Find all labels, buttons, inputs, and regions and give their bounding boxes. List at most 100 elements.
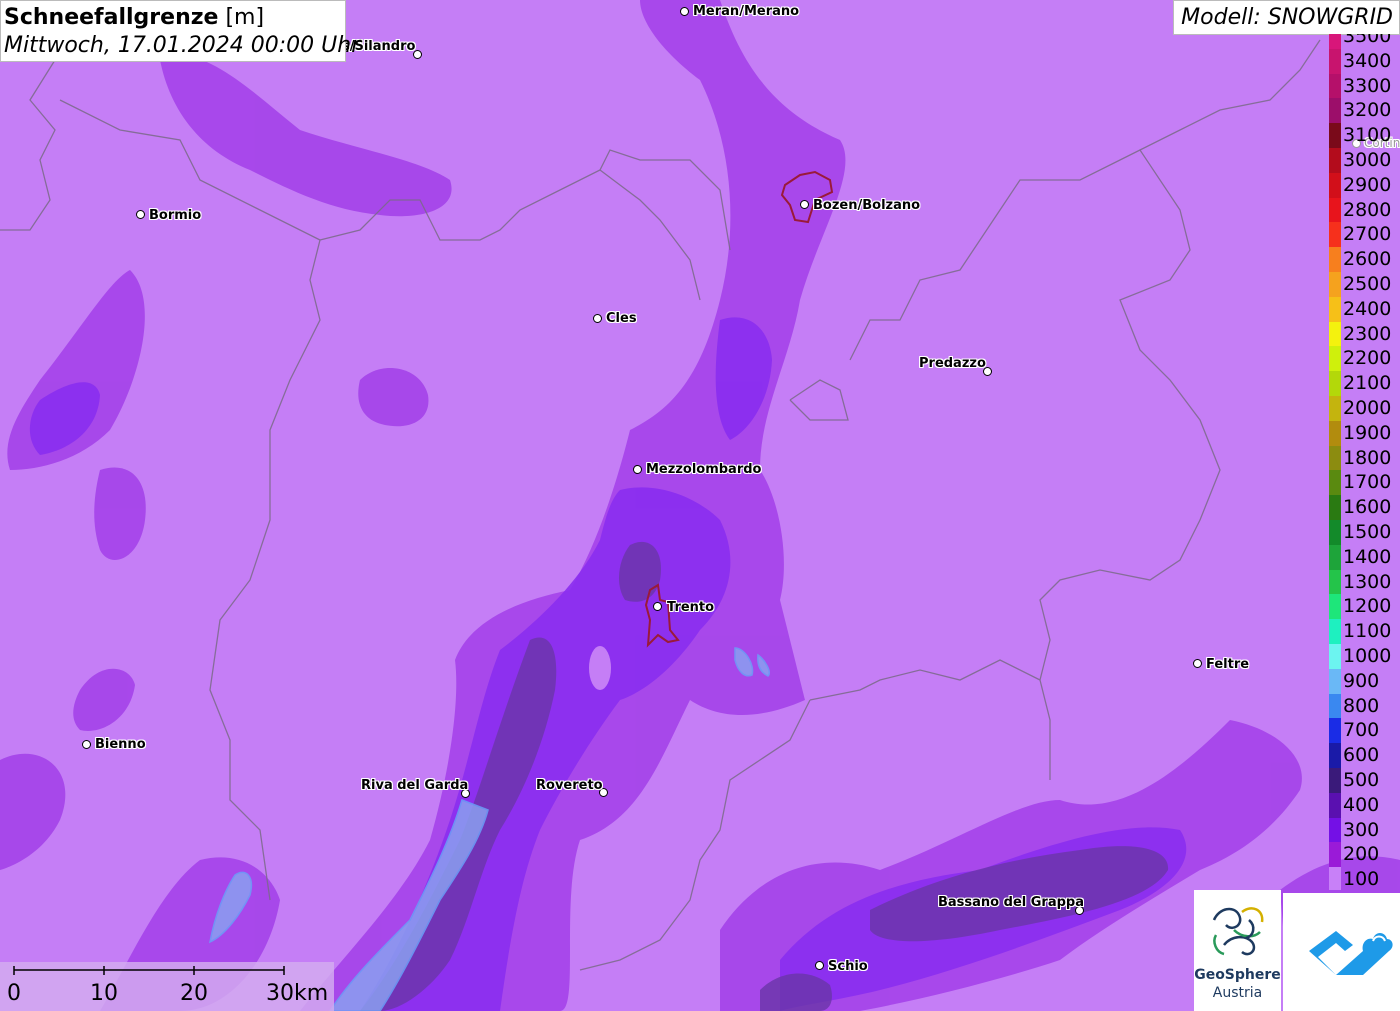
city-label-trento[interactable]: Trento	[667, 600, 714, 615]
city-label-predazzo[interactable]: Predazzo	[919, 356, 986, 371]
legend-entry: 1900	[1329, 420, 1400, 446]
legend-swatch	[1329, 594, 1341, 620]
legend-label: 300	[1343, 818, 1380, 841]
city-label-cles[interactable]: Cles	[606, 311, 637, 326]
legend-entry: 700	[1329, 718, 1400, 744]
title-box: Schneefallgrenze [m] Mittwoch, 17.01.202…	[0, 0, 360, 62]
city-label-feltre[interactable]: Feltre	[1206, 657, 1249, 672]
legend-entry: 1600	[1329, 495, 1400, 520]
legend-swatch	[1329, 34, 1341, 49]
legend-label: 2400	[1343, 297, 1392, 320]
legend-swatch	[1329, 470, 1341, 496]
city-dot-bormio	[136, 210, 145, 219]
city-label-bienno[interactable]: Bienno	[95, 737, 146, 752]
city-dot-meran	[680, 7, 689, 16]
snowline-hole	[589, 646, 611, 690]
legend-label: 1300	[1343, 570, 1392, 593]
city-dot-feltre	[1193, 659, 1202, 668]
legend-swatch	[1329, 569, 1341, 595]
legend-swatch	[1329, 296, 1341, 322]
city-label-meran[interactable]: Meran/Merano	[693, 4, 799, 19]
scale-label-10: 10	[90, 981, 118, 1006]
legend-entry: 600	[1329, 743, 1400, 768]
logo-line1: GeoSphere	[1194, 967, 1281, 983]
legend-entry: 1400	[1329, 544, 1400, 570]
legend-entry: 500	[1329, 768, 1400, 793]
city-dot-trento	[653, 602, 662, 611]
legend-swatch	[1329, 396, 1341, 421]
scale-label-0: 0	[7, 981, 21, 1006]
city-label-bozen[interactable]: Bozen/Bolzano	[813, 198, 920, 213]
legend-swatch	[1329, 693, 1341, 719]
legend-entry: 3100	[1329, 123, 1400, 148]
title-unit: [m]	[225, 5, 265, 30]
legend-entry: 200	[1329, 842, 1400, 868]
legend-swatch	[1329, 668, 1341, 694]
city-label-rovereto[interactable]: Rovereto	[536, 778, 603, 793]
city-label-mezzolombardo[interactable]: Mezzolombardo	[646, 462, 761, 477]
legend-entry: 1700	[1329, 470, 1400, 496]
legend-swatch	[1329, 867, 1341, 890]
city-dot-cles	[593, 314, 602, 323]
legend-swatch	[1329, 346, 1341, 372]
legend-label: 1600	[1343, 496, 1392, 519]
map-datetime: Mittwoch, 17.01.2024 00:00 Uhr	[4, 33, 361, 58]
cloud-mountain-icon	[1309, 931, 1393, 975]
geosphere-logo[interactable]: GeoSphere Austria	[1194, 890, 1281, 1011]
legend-swatch	[1329, 743, 1341, 768]
legend-entry: 1300	[1329, 569, 1400, 595]
legend-label: 500	[1343, 769, 1380, 791]
legend-entry: 2400	[1329, 296, 1400, 322]
scale-bar: 0 10 20 30km	[0, 962, 334, 1011]
legend-label: 800	[1343, 694, 1380, 717]
city-dot-schio	[815, 961, 824, 970]
legend-swatch	[1329, 420, 1341, 446]
city-label-riva[interactable]: Riva del Garda	[361, 778, 468, 793]
legend-entry: 1500	[1329, 520, 1400, 545]
legend-label: 3300	[1343, 74, 1392, 97]
legend-swatch	[1329, 792, 1341, 818]
legend-label: 200	[1343, 843, 1380, 866]
legend-label: 1100	[1343, 620, 1392, 643]
legend-label: 1900	[1343, 421, 1392, 444]
legend-swatch	[1329, 98, 1341, 124]
legend-entry: 3400	[1329, 48, 1400, 74]
scale-label-30km: 30km	[266, 981, 329, 1006]
legend-label: 700	[1343, 719, 1380, 742]
legend-swatch	[1329, 817, 1341, 843]
legend-label: 2200	[1343, 347, 1392, 370]
city-dot-bienno	[82, 740, 91, 749]
legend-swatch	[1329, 148, 1341, 173]
city-label-bormio[interactable]: Bormio	[149, 208, 201, 223]
legend-entry: 3500	[1329, 34, 1400, 49]
legend-swatch	[1329, 321, 1341, 347]
legend-entry: 2300	[1329, 321, 1400, 347]
legend-label: 1200	[1343, 595, 1392, 618]
scale-label-20: 20	[180, 981, 208, 1006]
legend-label: 100	[1343, 868, 1380, 890]
legend-entry: 1200	[1329, 594, 1400, 620]
legend-label: 1800	[1343, 446, 1392, 469]
legend-swatch	[1329, 768, 1341, 793]
legend-swatch	[1329, 197, 1341, 223]
legend-entry: 2200	[1329, 346, 1400, 372]
legend-entry: 2700	[1329, 222, 1400, 248]
legend-entry: 1800	[1329, 445, 1400, 471]
legend-label: 2800	[1343, 198, 1392, 221]
legend-entry: 100	[1329, 867, 1400, 890]
legend-entry: 2800	[1329, 197, 1400, 223]
color-legend: 3500 3400 3300 3200 3100 3000 2900 2800 2700 2600…	[1329, 34, 1400, 890]
city-label-bassano[interactable]: Bassano del Grappa	[938, 895, 1084, 910]
weather-app-logo[interactable]	[1283, 893, 1400, 1011]
legend-entry: 900	[1329, 668, 1400, 694]
legend-label: 3200	[1343, 99, 1392, 122]
legend-swatch	[1329, 718, 1341, 744]
city-dot-bozen	[800, 200, 809, 209]
legend-label: 2000	[1343, 397, 1392, 419]
city-label-schio[interactable]: Schio	[828, 959, 868, 974]
legend-swatch	[1329, 619, 1341, 644]
snowline-map[interactable]	[0, 0, 1400, 1011]
legend-label: 1500	[1343, 521, 1392, 543]
legend-entry: 2100	[1329, 371, 1400, 396]
legend-label: 2600	[1343, 248, 1392, 271]
